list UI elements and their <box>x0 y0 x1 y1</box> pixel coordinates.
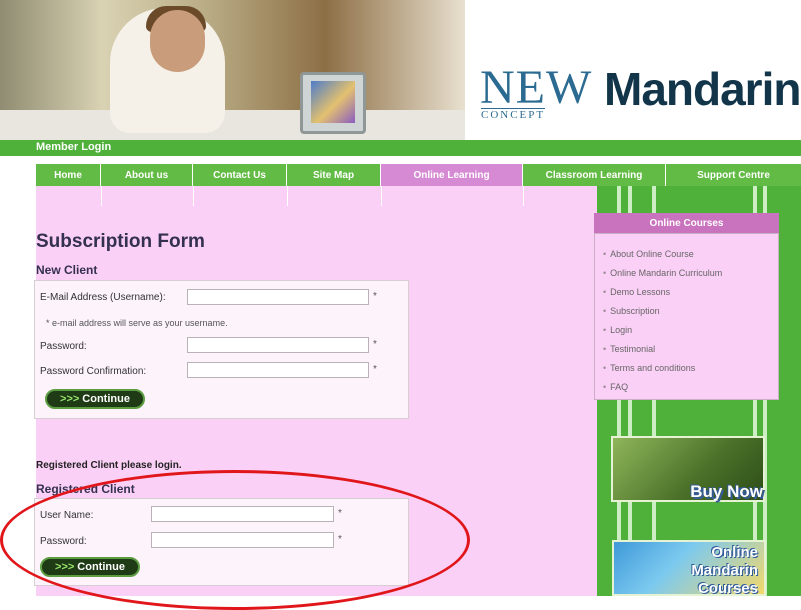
bullet-icon: • <box>603 249 607 259</box>
desk-illustration <box>0 110 465 140</box>
sidebar-item-label: Terms and conditions <box>610 363 696 373</box>
nav-classroom-learning[interactable]: Classroom Learning <box>523 164 666 186</box>
nav-home[interactable]: Home <box>36 164 101 186</box>
email-input[interactable] <box>187 289 369 305</box>
bullet-icon: • <box>603 382 607 392</box>
nav-online-learning[interactable]: Online Learning <box>381 164 523 186</box>
online-courses-menu: • About Online Course • Online Mandarin Cu… <box>594 233 779 400</box>
sidebar-item-subscription[interactable]: • Subscription <box>603 306 660 316</box>
red-annotation-ellipse <box>0 470 470 610</box>
continue-label: Continue <box>82 393 130 405</box>
bullet-icon: • <box>603 344 607 354</box>
sidebar-item-label: Testimonial <box>610 344 656 354</box>
password-confirmation-label: Password Confirmation: <box>40 366 147 377</box>
chevrons-icon: >>> <box>60 393 80 405</box>
sidebar-item-demo-lessons[interactable]: • Demo Lessons <box>603 287 670 297</box>
password-label: Password: <box>40 341 87 352</box>
logo-mandarin-text: Mandarin <box>604 63 801 115</box>
sidebar-item-curriculum[interactable]: • Online Mandarin Curriculum <box>603 268 722 278</box>
sidebar-item-label: About Online Course <box>610 249 694 259</box>
sidebar-item-label: Subscription <box>610 306 660 316</box>
new-client-continue-button[interactable]: >>> Continue <box>45 389 145 409</box>
member-login-bar <box>0 140 801 156</box>
monitor-illustration <box>300 72 366 134</box>
sidebar-item-label: Online Mandarin Curriculum <box>610 268 723 278</box>
nav-about-us[interactable]: About us <box>101 164 193 186</box>
required-mark: * <box>373 364 377 375</box>
new-client-heading: New Client <box>36 263 98 277</box>
bullet-icon: • <box>603 287 607 297</box>
nav-divider <box>101 186 102 206</box>
bullet-icon: • <box>603 325 607 335</box>
nav-divider <box>381 186 382 206</box>
sidebar-item-label: Login <box>610 325 633 335</box>
email-label: E-Mail Address (Username): <box>40 292 166 303</box>
page-title: Subscription Form <box>36 231 205 252</box>
member-login-link[interactable]: Member Login <box>36 141 111 153</box>
bullet-icon: • <box>603 363 607 373</box>
promo-line: Courses <box>697 580 758 596</box>
nav-contact-us[interactable]: Contact Us <box>193 164 287 186</box>
nav-divider <box>287 186 288 206</box>
head-illustration <box>150 10 205 72</box>
sidebar-item-testimonial[interactable]: • Testimonial <box>603 344 655 354</box>
sidebar-item-label: FAQ <box>610 382 629 392</box>
sidebar-item-faq[interactable]: • FAQ <box>603 382 628 392</box>
promo-line: Online <box>711 544 758 561</box>
buy-now-banner[interactable]: Buy Now <box>611 436 765 502</box>
online-courses-heading: Online Courses <box>594 213 779 233</box>
required-mark: * <box>373 339 377 350</box>
sidebar-item-label: Demo Lessons <box>610 287 671 297</box>
online-mandarin-courses-banner[interactable]: Online Mandarin Courses <box>612 540 766 596</box>
password-confirmation-input[interactable] <box>187 362 369 378</box>
header-banner-image <box>0 0 465 140</box>
sidebar-item-terms[interactable]: • Terms and conditions <box>603 363 695 373</box>
monitor-screen <box>311 81 355 123</box>
logo-new-text: NEW <box>480 61 593 114</box>
sidebar-item-about-online-course[interactable]: • About Online Course <box>603 249 694 259</box>
header-gap <box>0 156 801 164</box>
nav-divider <box>193 186 194 206</box>
required-mark: * <box>373 291 377 302</box>
bullet-icon: • <box>603 268 607 278</box>
nav-site-map[interactable]: Site Map <box>287 164 381 186</box>
password-input[interactable] <box>187 337 369 353</box>
sidebar-item-login[interactable]: • Login <box>603 325 632 335</box>
registered-client-note: Registered Client please login. <box>36 460 182 471</box>
main-nav: Home About us Contact Us Site Map Online… <box>36 164 801 186</box>
nav-divider <box>523 186 524 206</box>
bullet-icon: • <box>603 306 607 316</box>
buy-now-label: Buy Now <box>690 482 763 501</box>
logo-concept-text: CONCEPT <box>481 108 546 121</box>
email-note: * e-mail address will serve as your user… <box>46 318 228 328</box>
nav-support-centre[interactable]: Support Centre <box>666 164 801 186</box>
promo-line: Mandarin <box>691 562 758 579</box>
